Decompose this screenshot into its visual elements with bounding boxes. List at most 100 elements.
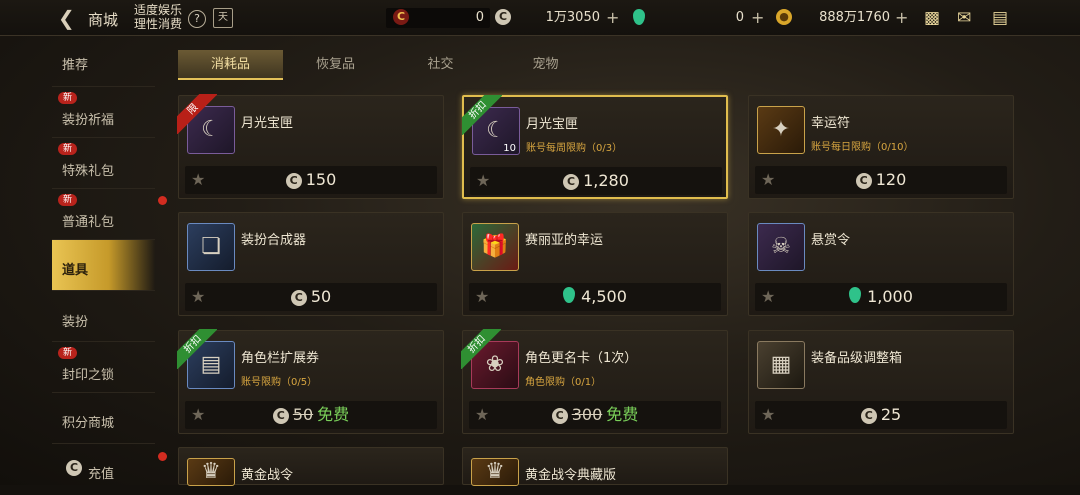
currency-red-value: 0 — [475, 10, 484, 25]
free-label: 免费 — [317, 405, 350, 424]
original-price: 300 — [571, 405, 603, 424]
shop-item-card[interactable]: ♛ 黄金战令典藏版 — [462, 447, 728, 486]
category-tabs: 消耗品 恢复品 社交 宠物 — [178, 50, 738, 80]
shop-item-card[interactable]: ☾ 限 月光宝匣 ★ C 150 — [177, 94, 444, 199]
price-bar: ★ C 50 — [185, 283, 437, 311]
wallet-icon[interactable]: ▩ — [924, 8, 940, 28]
item-price: C 1,280 — [470, 171, 722, 191]
shop-item-card[interactable]: ✦ 幸运符 账号每日限购（0/10） ★ C 120 — [748, 95, 1014, 199]
item-name: 幸运符 — [811, 116, 851, 131]
battle-pass-icon: ♛ — [485, 459, 505, 484]
red-coin-icon: C — [393, 9, 409, 25]
sidebar-item-points-shop[interactable]: 积分商城 — [52, 393, 155, 444]
new-badge: 新 — [58, 92, 78, 104]
tab-pets[interactable]: 宠物 — [493, 50, 598, 80]
green-gem-icon — [563, 287, 576, 303]
shop-item-card[interactable]: ☠ 悬赏令 ★ 1,000 — [748, 212, 1014, 316]
green-gem-icon — [849, 287, 862, 303]
shop-item-card[interactable]: ♛ 黄金战令 — [178, 447, 444, 486]
gold-coin-icon: ● — [776, 9, 792, 25]
sidebar-item-label: 道具 — [62, 263, 89, 278]
item-price: 4,500 — [469, 287, 721, 307]
price-bar: ★ C 300 免费 — [469, 401, 721, 429]
page-title: 商城 — [88, 11, 119, 29]
calendar-icon[interactable]: 天 — [213, 8, 233, 28]
item-price: C 300 免费 — [469, 405, 721, 425]
sidebar-item-items[interactable]: 道具 — [52, 240, 155, 291]
discount-ribbon: 折扣 — [461, 329, 501, 369]
new-badge: 新 — [58, 347, 78, 359]
free-label: 免费 — [606, 405, 639, 424]
sidebar-item-label: 积分商城 — [62, 416, 115, 431]
shop-item-card[interactable]: ❀ 折扣 角色更名卡（1次） 角色限购（0/1） ★ C 300 免费 — [461, 329, 728, 434]
item-price: C 120 — [755, 170, 1007, 190]
bounty-order-icon: ☠ — [771, 234, 791, 259]
help-icon[interactable]: ? — [188, 10, 206, 28]
sidebar-item-costume-pray[interactable]: 新装扮祈福 — [52, 87, 155, 138]
sidebar-item-label: 装扮 — [62, 315, 89, 330]
gift-box-icon: 🎁 — [481, 234, 509, 259]
equipment-box-icon: ▦ — [770, 352, 792, 377]
sidebar-item-label: 推荐 — [62, 58, 89, 73]
currency-gold: 888万1760 — [796, 8, 896, 28]
notification-dot — [158, 196, 167, 205]
item-name: 角色栏扩展券 — [241, 351, 320, 366]
add-c-coin-button[interactable]: + — [606, 8, 619, 28]
sidebar-item-costume[interactable]: 装扮 — [52, 291, 155, 342]
sidebar-item-label: 特殊礼包 — [62, 164, 115, 179]
price-bar: ★ C 150 — [185, 166, 437, 194]
sidebar-item-special-pack[interactable]: 新特殊礼包 — [52, 138, 155, 189]
original-price: 50 — [292, 405, 314, 424]
tab-consumables[interactable]: 消耗品 — [178, 50, 283, 80]
item-thumbnail: ☠ — [757, 223, 805, 271]
item-price: C 50 免费 — [185, 405, 437, 425]
shop-item-card[interactable]: ▤ 折扣 角色栏扩展券 账号限购（0/5） ★ C 50 免费 — [177, 329, 444, 434]
sidebar-item-label: 充值 — [88, 467, 115, 482]
sidebar-item-label: 封印之锁 — [62, 368, 115, 383]
item-name: 黄金战令 — [241, 468, 294, 483]
price-bar: ★ C 25 — [755, 401, 1007, 429]
sidebar-item-normal-pack[interactable]: 新普通礼包 — [52, 189, 155, 240]
c-coin-icon: C — [855, 173, 872, 189]
sidebar-item-label: 普通礼包 — [62, 215, 115, 230]
item-name: 赛丽亚的幸运 — [525, 233, 604, 248]
shop-item-card[interactable]: ❏ 装扮合成器 ★ C 50 — [178, 212, 444, 316]
limited-ribbon: 限 — [177, 94, 217, 134]
item-name: 黄金战令典藏版 — [525, 468, 617, 483]
currency-gem-value: 0 — [735, 10, 744, 25]
synthesizer-cube-icon: ❏ — [201, 234, 221, 259]
purchase-limit: 角色限购（0/1） — [525, 377, 602, 388]
item-quantity: 10 — [503, 143, 516, 154]
back-arrow-icon[interactable]: ❮ — [58, 8, 80, 28]
sidebar: 推荐 新装扮祈福 新特殊礼包 新普通礼包 道具 装扮 新封印之锁 积分商城 C … — [52, 36, 155, 485]
item-name: 装备品级调整箱 — [811, 351, 903, 366]
c-coin-icon: C — [290, 290, 307, 306]
add-gold-button[interactable]: + — [895, 8, 908, 28]
shop-item-card[interactable]: ☾ 10 折扣 月光宝匣 账号每周限购（0/3） ★ C 1,280 — [462, 95, 728, 199]
tab-recovery[interactable]: 恢复品 — [283, 50, 388, 80]
shop-item-card[interactable]: ▦ 装备品级调整箱 ★ C 25 — [748, 330, 1014, 434]
battle-pass-icon: ♛ — [201, 459, 221, 484]
c-coin-icon: C — [66, 460, 82, 476]
discount-ribbon: 折扣 — [462, 95, 502, 135]
c-coin-icon: C — [495, 9, 511, 25]
item-name: 月光宝匣 — [526, 117, 579, 132]
item-price: C 50 — [185, 287, 437, 307]
shop-item-card[interactable]: 🎁 赛丽亚的幸运 ★ 4,500 — [462, 212, 728, 316]
chat-icon[interactable]: ▤ — [992, 8, 1008, 28]
mail-icon[interactable]: ✉ — [957, 8, 971, 28]
sidebar-item-recharge[interactable]: C 充值 — [52, 444, 155, 495]
tab-social[interactable]: 社交 — [388, 50, 493, 80]
c-coin-icon: C — [551, 408, 568, 424]
sidebar-item-recommend[interactable]: 推荐 — [52, 36, 155, 87]
currency-c: 1万3050 — [512, 8, 606, 28]
sidebar-item-seal-lock[interactable]: 新封印之锁 — [52, 342, 155, 393]
item-thumbnail: ♛ — [471, 458, 519, 486]
sidebar-item-label: 装扮祈福 — [62, 113, 115, 128]
add-gem-button[interactable]: + — [751, 8, 764, 28]
item-price: C 150 — [185, 170, 437, 190]
item-name: 悬赏令 — [811, 233, 851, 248]
item-name: 装扮合成器 — [241, 233, 307, 248]
discount-ribbon: 折扣 — [177, 329, 217, 369]
lucky-charm-icon: ✦ — [771, 117, 791, 142]
